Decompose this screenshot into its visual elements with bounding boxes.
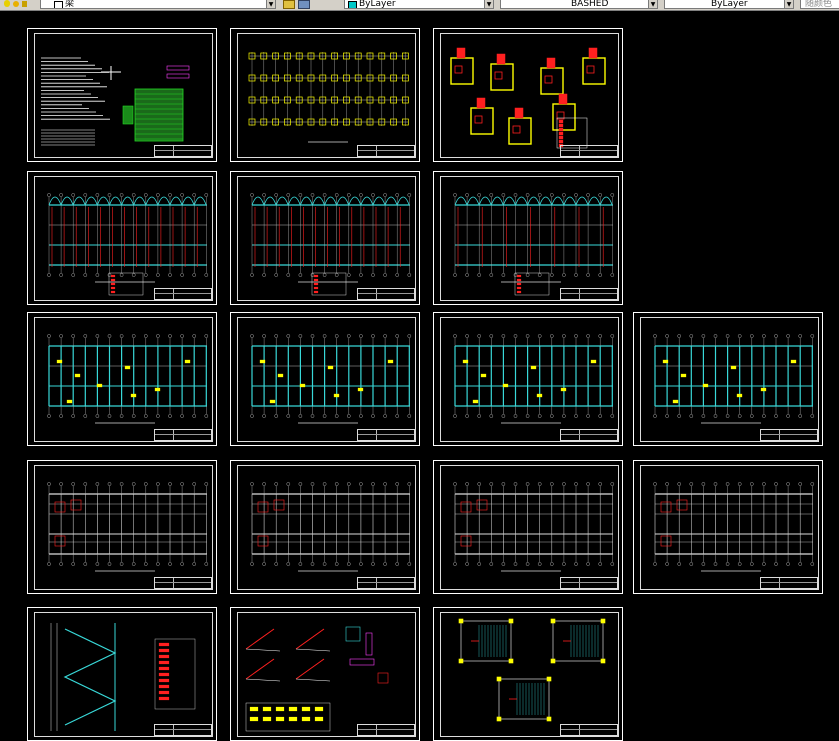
- lock-icon[interactable]: [21, 1, 27, 7]
- drawing-sheet[interactable]: [27, 607, 217, 741]
- drawing-sheet[interactable]: [230, 607, 420, 741]
- title-block: [760, 577, 818, 589]
- drawing-sheet[interactable]: [27, 28, 217, 162]
- drawing-sheet[interactable]: [433, 28, 623, 162]
- drawing-sheet[interactable]: [230, 28, 420, 162]
- sheet-drawing: [453, 482, 615, 572]
- color-value: ByLayer: [359, 0, 396, 9]
- title-block: [560, 145, 618, 157]
- title-block: [760, 429, 818, 441]
- chevron-down-icon[interactable]: ▼: [266, 0, 275, 8]
- sheet-drawing: [41, 57, 190, 146]
- chevron-down-icon[interactable]: ▼: [484, 0, 493, 8]
- sheet-drawing: [458, 618, 606, 722]
- layer-manager-icon[interactable]: [283, 0, 323, 10]
- linetype-value: BASHED: [571, 0, 609, 9]
- sheet-drawing: [250, 193, 412, 296]
- layer-name: 梁: [65, 0, 75, 9]
- title-block: [560, 288, 618, 300]
- title-block: [154, 429, 212, 441]
- sheet-drawing: [245, 626, 389, 732]
- sheet-drawing: [653, 482, 815, 572]
- sheet-drawing: [653, 334, 815, 424]
- drawing-canvas[interactable]: [0, 11, 839, 741]
- title-block: [560, 724, 618, 736]
- title-block: [357, 429, 415, 441]
- drawing-sheet[interactable]: [27, 460, 217, 594]
- sheet-drawing: [47, 334, 209, 424]
- drawing-sheet[interactable]: [433, 607, 623, 741]
- chevron-down-icon[interactable]: ▼: [648, 0, 657, 8]
- plotstyle-dropdown[interactable]: 随颜色: [800, 0, 839, 9]
- drawing-sheet[interactable]: [633, 312, 823, 446]
- title-block: [560, 429, 618, 441]
- color-dropdown[interactable]: ByLayer ▼: [344, 0, 494, 9]
- layers-toolbar: 梁 ▼ ByLayer ▼ BASHED ▼ ByLayer ▼ 随颜色: [0, 0, 839, 11]
- drawing-sheet[interactable]: [433, 171, 623, 305]
- drawing-sheet[interactable]: [433, 460, 623, 594]
- drawing-sheet[interactable]: [230, 312, 420, 446]
- title-block: [154, 724, 212, 736]
- layer-color-icon: [54, 1, 63, 8]
- title-block: [357, 724, 415, 736]
- drawing-sheet[interactable]: [27, 171, 217, 305]
- linetype-dropdown[interactable]: BASHED ▼: [500, 0, 658, 9]
- sheet-drawing: [50, 623, 196, 731]
- layer-state-icons[interactable]: [4, 0, 40, 10]
- color-swatch-icon: [348, 1, 357, 8]
- plotstyle-value: 随颜色: [805, 0, 833, 9]
- drawing-sheet[interactable]: [633, 460, 823, 594]
- sheet-drawing: [453, 193, 615, 296]
- drawing-sheet[interactable]: [230, 171, 420, 305]
- lineweight-dropdown[interactable]: ByLayer ▼: [664, 0, 794, 9]
- title-block: [560, 577, 618, 589]
- drawing-sheet[interactable]: [230, 460, 420, 594]
- sheet-drawing: [47, 193, 209, 296]
- lightbulb-icon[interactable]: [4, 0, 10, 7]
- drawing-sheet[interactable]: [27, 312, 217, 446]
- title-block: [154, 145, 212, 157]
- lineweight-value: ByLayer: [711, 0, 748, 9]
- sheet-drawing: [248, 52, 409, 143]
- sheet-drawing: [450, 47, 606, 149]
- sheet-drawing: [47, 482, 209, 572]
- layer-dropdown[interactable]: 梁 ▼: [40, 0, 276, 9]
- title-block: [357, 288, 415, 300]
- sheet-drawing: [250, 482, 412, 572]
- sun-icon[interactable]: [12, 1, 19, 7]
- drawing-sheet[interactable]: [433, 312, 623, 446]
- title-block: [154, 288, 212, 300]
- chevron-down-icon[interactable]: ▼: [784, 0, 793, 8]
- title-block: [154, 577, 212, 589]
- sheet-drawing: [453, 334, 615, 424]
- sheet-drawing: [250, 334, 412, 424]
- title-block: [357, 577, 415, 589]
- title-block: [357, 145, 415, 157]
